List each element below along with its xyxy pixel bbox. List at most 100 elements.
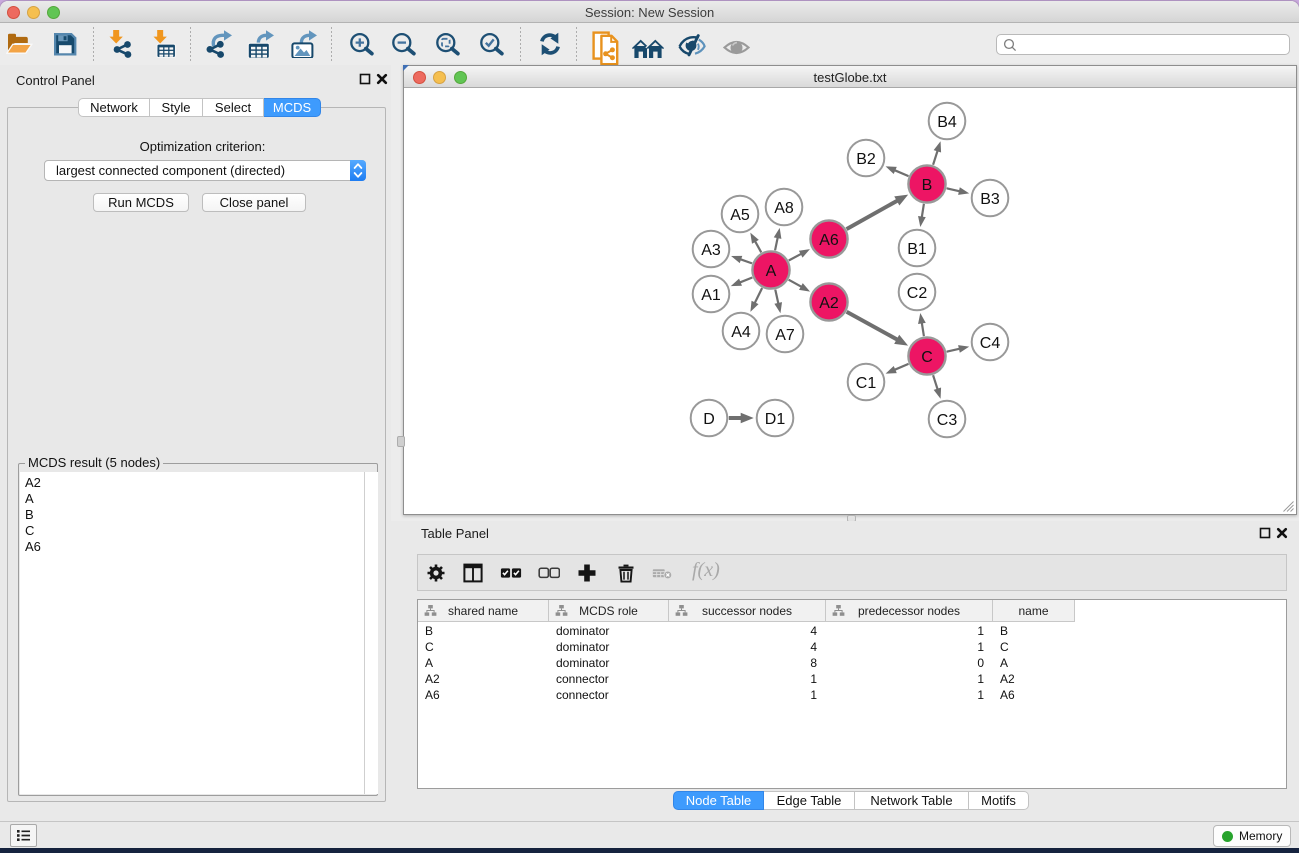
mcds-result-item[interactable]: A <box>20 491 364 507</box>
table-cell[interactable]: 1 <box>669 671 817 687</box>
criterion-dropdown[interactable]: largest connected component (directed) <box>44 160 366 181</box>
graph-edge-A-A5[interactable] <box>754 240 761 252</box>
mcds-result-item[interactable]: A2 <box>20 475 364 491</box>
run-mcds-button[interactable]: Run MCDS <box>93 193 189 212</box>
hide-selected-icon[interactable] <box>678 34 706 62</box>
function-builder-icon[interactable]: f(x) <box>692 559 732 589</box>
table-cell[interactable]: 1 <box>826 687 984 703</box>
tab-node-table[interactable]: Node Table <box>673 791 764 810</box>
table-cell[interactable]: 1 <box>826 639 984 655</box>
table-cell[interactable]: 1 <box>669 687 817 703</box>
graph-edge-A-A7[interactable] <box>775 290 778 305</box>
table-cell[interactable]: A2 <box>425 671 440 687</box>
column-header-name[interactable]: name <box>993 600 1075 622</box>
table-cell[interactable]: A6 <box>1000 687 1015 703</box>
save-session-icon[interactable] <box>51 30 79 58</box>
graph-edge-C-C1[interactable] <box>893 364 908 370</box>
zoom-fit-icon[interactable] <box>434 30 462 58</box>
graph-edge-A-A2[interactable] <box>789 280 803 288</box>
graph-edge-A-A1[interactable] <box>739 277 753 282</box>
result-scrollbar[interactable] <box>364 472 378 794</box>
tab-network-table[interactable]: Network Table <box>855 791 969 810</box>
table-cell[interactable]: B <box>1000 623 1008 639</box>
deselect-all-columns-icon[interactable] <box>538 562 560 584</box>
graph-edge-A2-C[interactable] <box>847 312 899 341</box>
table-cell[interactable]: 1 <box>826 623 984 639</box>
table-cell[interactable]: connector <box>556 671 609 687</box>
table-cell[interactable]: 8 <box>669 655 817 671</box>
table-cell[interactable]: connector <box>556 687 609 703</box>
control-panel-float-icon[interactable] <box>359 73 371 85</box>
tab-motifs[interactable]: Motifs <box>969 791 1029 810</box>
search-input[interactable] <box>1021 35 1285 56</box>
graph-edge-A-A3[interactable] <box>739 259 752 264</box>
table-cell[interactable]: 0 <box>826 655 984 671</box>
delete-column-icon[interactable] <box>615 562 637 584</box>
graph-edge-C-C3[interactable] <box>933 375 938 390</box>
split-divider-handle-left[interactable] <box>397 436 405 447</box>
graph-edge-A6-B[interactable] <box>847 200 899 229</box>
zoom-selected-icon[interactable] <box>478 30 506 58</box>
table-panel-close-icon[interactable] <box>1276 527 1288 539</box>
table-cell[interactable]: A <box>1000 655 1008 671</box>
import-network-icon[interactable] <box>107 30 135 58</box>
tab-edge-table[interactable]: Edge Table <box>764 791 855 810</box>
graph-edge-C-C4[interactable] <box>947 348 961 351</box>
table-cell[interactable]: A2 <box>1000 671 1015 687</box>
graph-edge-B-B1[interactable] <box>922 204 924 219</box>
graph-edge-C-C2[interactable] <box>922 321 924 336</box>
network-graph-canvas[interactable]: AA6A2BCA5A8A3A1A4A7B2B4B3B1C2C4C1C3DD1 <box>404 86 1296 512</box>
table-cell[interactable]: B <box>425 623 433 639</box>
export-network-icon[interactable] <box>205 30 233 58</box>
graph-edge-A-A4[interactable] <box>754 288 762 304</box>
zoom-out-icon[interactable] <box>390 30 418 58</box>
table-cell[interactable]: A <box>425 655 433 671</box>
add-column-icon[interactable] <box>576 562 598 584</box>
export-table-icon[interactable] <box>246 30 274 58</box>
split-view-icon[interactable] <box>462 562 484 584</box>
column-settings-gear-icon[interactable] <box>425 562 447 584</box>
graph-edge-A-A6[interactable] <box>789 253 803 260</box>
mcds-result-item[interactable]: A6 <box>20 539 364 555</box>
open-session-icon[interactable] <box>6 30 34 58</box>
show-hidden-icon[interactable] <box>723 38 750 57</box>
mcds-result-item[interactable]: B <box>20 507 364 523</box>
tab-style[interactable]: Style <box>150 98 203 117</box>
table-cell[interactable]: 1 <box>826 671 984 687</box>
close-panel-button[interactable]: Close panel <box>202 193 306 212</box>
control-panel-close-icon[interactable] <box>376 73 388 85</box>
task-history-button[interactable] <box>10 824 37 847</box>
column-header-predecessor-nodes[interactable]: predecessor nodes <box>826 600 993 622</box>
graph-edge-B-B3[interactable] <box>947 188 961 191</box>
table-cell[interactable]: A6 <box>425 687 440 703</box>
export-image-icon[interactable] <box>289 30 317 58</box>
graph-edge-A-A8[interactable] <box>775 236 778 250</box>
memory-button[interactable]: Memory <box>1213 825 1291 847</box>
clear-table-icon[interactable] <box>652 562 674 584</box>
table-cell[interactable]: dominator <box>556 655 609 671</box>
zoom-in-icon[interactable] <box>348 30 376 58</box>
table-cell[interactable]: 4 <box>669 623 817 639</box>
app-titlebar[interactable]: Session: New Session <box>0 1 1299 23</box>
table-cell[interactable]: dominator <box>556 623 609 639</box>
mcds-result-item[interactable]: C <box>20 523 364 539</box>
table-cell[interactable]: C <box>1000 639 1009 655</box>
refresh-icon[interactable] <box>536 30 564 58</box>
table-cell[interactable]: 4 <box>669 639 817 655</box>
graph-edge-B-B2[interactable] <box>893 170 908 176</box>
network-window-titlebar[interactable]: testGlobe.txt <box>404 66 1296 88</box>
resize-grip-icon[interactable] <box>1283 501 1294 512</box>
table-cell[interactable]: dominator <box>556 639 609 655</box>
clone-network-icon[interactable] <box>592 31 622 66</box>
column-header-successor-nodes[interactable]: successor nodes <box>669 600 826 622</box>
show-all-icon[interactable] <box>632 38 664 59</box>
tab-mcds[interactable]: MCDS <box>264 98 321 117</box>
table-panel-float-icon[interactable] <box>1259 527 1271 539</box>
column-header-shared-name[interactable]: shared name <box>418 600 549 622</box>
graph-edge-B-B4[interactable] <box>933 149 938 164</box>
tab-network[interactable]: Network <box>78 98 150 117</box>
table-cell[interactable]: C <box>425 639 434 655</box>
import-table-icon[interactable] <box>151 30 179 58</box>
tab-select[interactable]: Select <box>203 98 264 117</box>
select-all-columns-icon[interactable] <box>500 562 522 584</box>
